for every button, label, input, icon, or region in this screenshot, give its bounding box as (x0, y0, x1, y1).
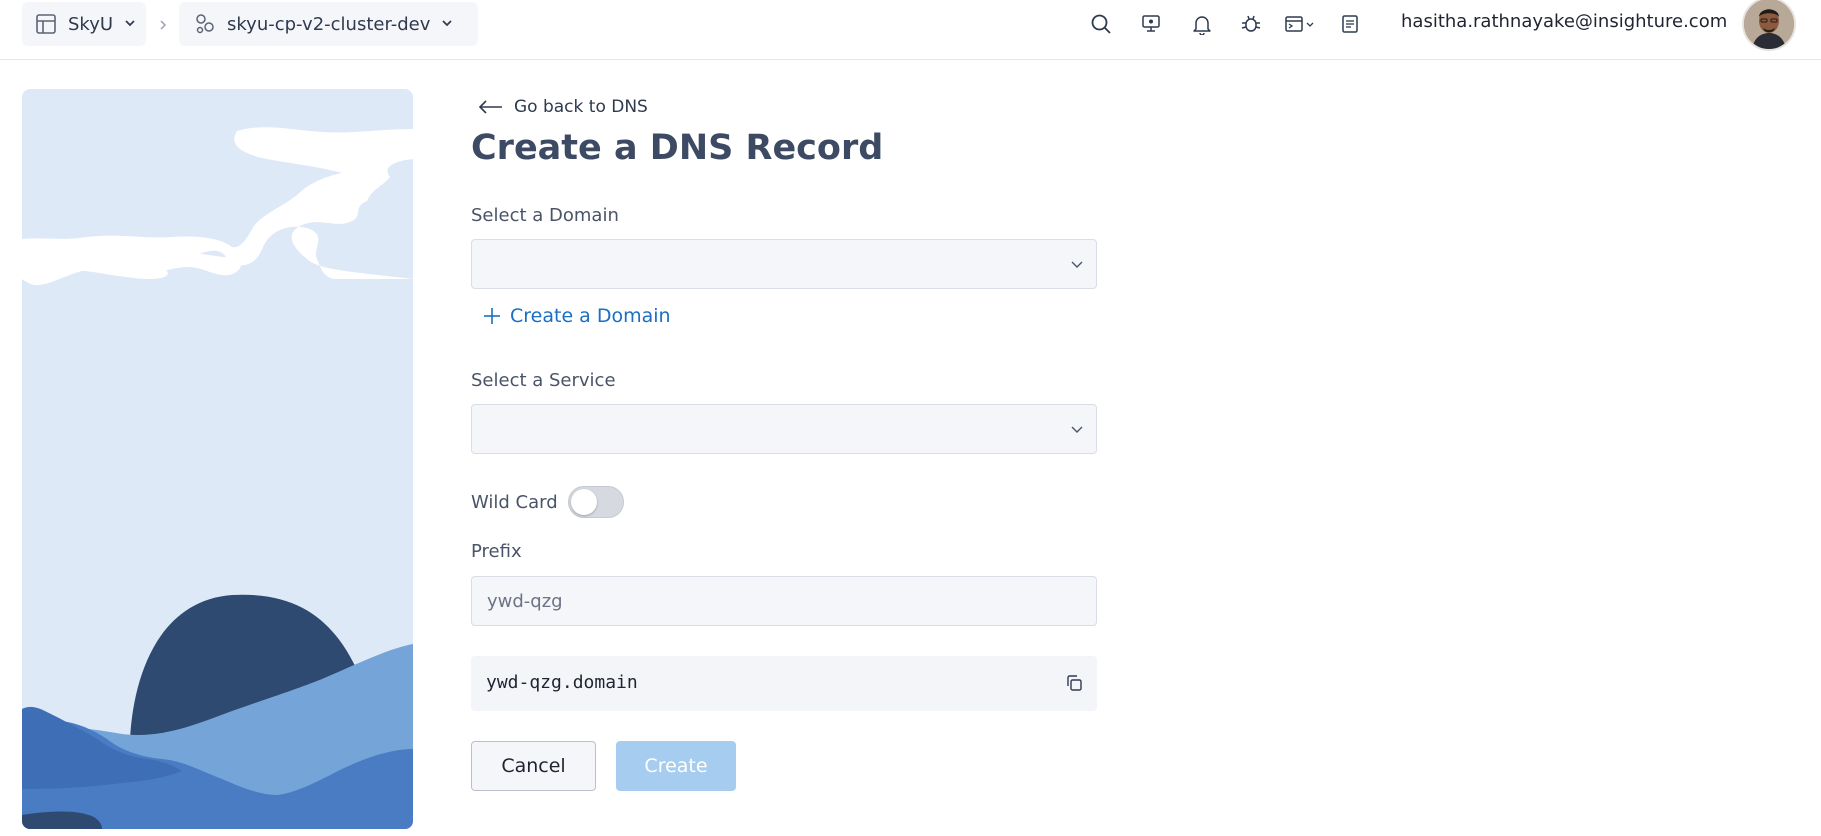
terminal-icon[interactable] (1283, 10, 1319, 38)
create-domain-label: Create a Domain (510, 305, 671, 327)
monitor-icon[interactable] (1137, 10, 1165, 38)
bell-icon[interactable] (1188, 10, 1216, 38)
user-email[interactable]: hasitha.rathnayake@insighture.com (1401, 11, 1727, 32)
create-button[interactable]: Create (616, 741, 736, 791)
prefix-input[interactable] (471, 576, 1097, 626)
copy-icon[interactable] (1063, 672, 1085, 694)
chevron-down-icon (1070, 257, 1084, 276)
landscape-illustration (22, 89, 413, 829)
cluster-icon (193, 12, 217, 36)
create-domain-link[interactable]: Create a Domain (482, 305, 671, 327)
wildcard-label: Wild Card (471, 491, 558, 513)
search-icon[interactable] (1087, 10, 1115, 38)
layout-icon (34, 12, 58, 36)
wildcard-toggle[interactable] (567, 486, 624, 518)
hostname-value: ywd-qzg.domain (486, 672, 638, 693)
chevron-down-icon (1070, 422, 1084, 441)
plus-icon (482, 306, 502, 326)
project-switcher[interactable]: skyu-cp-v2-cluster-dev (179, 2, 478, 46)
domain-select[interactable] (471, 239, 1097, 289)
project-label: skyu-cp-v2-cluster-dev (227, 13, 431, 35)
service-select[interactable] (471, 404, 1097, 454)
document-icon[interactable] (1336, 10, 1364, 38)
back-link-label: Go back to DNS (514, 97, 648, 117)
domain-label: Select a Domain (471, 205, 619, 226)
prefix-label: Prefix (471, 541, 522, 562)
generated-hostname: ywd-qzg.domain (471, 656, 1097, 711)
top-bar: SkyU skyu-cp-v2-cluster-dev hasitha.rath… (0, 0, 1821, 60)
wildcard-row: Wild Card (471, 486, 624, 518)
arrow-left-icon (478, 100, 504, 114)
workspace-switcher[interactable]: SkyU (22, 2, 146, 46)
chevron-down-icon (440, 15, 454, 34)
page-title: Create a DNS Record (471, 128, 884, 168)
service-label: Select a Service (471, 370, 616, 391)
chevron-right-icon (156, 17, 170, 36)
avatar[interactable] (1742, 0, 1796, 51)
bug-icon[interactable] (1237, 10, 1265, 38)
cancel-button[interactable]: Cancel (471, 741, 596, 791)
chevron-down-icon (123, 15, 137, 34)
toggle-knob (570, 489, 597, 515)
workspace-label: SkyU (68, 13, 114, 35)
back-to-dns-link[interactable]: Go back to DNS (478, 97, 648, 117)
